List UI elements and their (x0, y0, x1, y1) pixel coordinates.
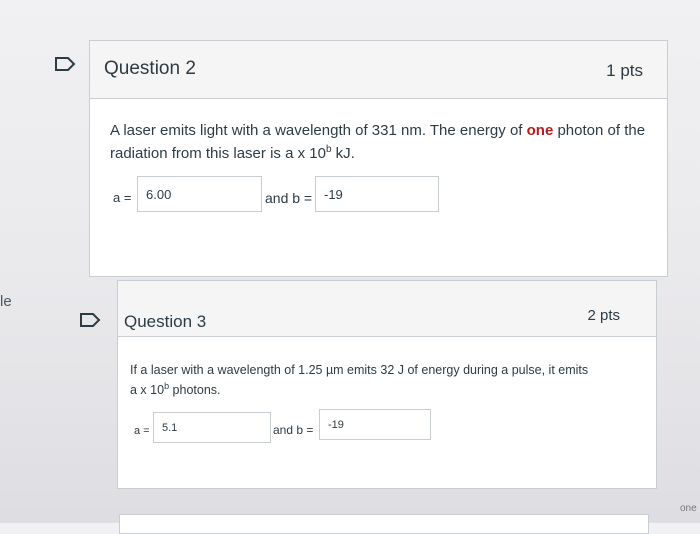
flag-question-icon[interactable] (79, 312, 101, 328)
question-2-a-label: a = (113, 190, 132, 205)
question-2-header: Question 2 1 pts (90, 41, 667, 99)
question-3-card: Question 3 2 pts If a laser with a wavel… (117, 280, 657, 489)
question-3-text-line2a: a x 10 (130, 383, 165, 398)
question-3-b-input[interactable]: -19 (319, 409, 431, 440)
question-3-points: 2 pts (587, 307, 620, 324)
question-2-a-input[interactable]: 6.00 (137, 176, 262, 212)
left-nav-fragment[interactable]: le (0, 293, 12, 310)
question-3-title: Question 3 (124, 312, 207, 331)
question-3-text: If a laser with a wavelength of 1.25 µm … (130, 361, 650, 401)
question-3-text-line2b: photons. (169, 383, 221, 398)
next-question-card (119, 514, 649, 534)
question-2-points: 1 pts (606, 61, 643, 80)
question-3-text-line1: If a laser with a wavelength of 1.25 µm … (130, 363, 589, 377)
question-2-title: Question 2 (104, 58, 196, 79)
question-2-text-emphasis: one (526, 122, 554, 139)
question-3-a-input[interactable]: 5.1 (153, 412, 271, 443)
question-2-b-input[interactable]: -19 (315, 176, 439, 212)
question-2-text-line2a: radiation from this laser is a x 10 (110, 145, 326, 163)
question-2-b-label: and b = (265, 190, 313, 206)
question-2-text-part1: A laser emits light with a wavelength of… (110, 122, 527, 139)
question-2-text-part2: photon of the (553, 122, 646, 139)
question-2-text: A laser emits light with a wavelength of… (110, 119, 655, 166)
question-3-a-label: a = (134, 425, 150, 437)
flag-question-icon[interactable] (54, 56, 76, 72)
question-3-b-label: and b = (273, 423, 314, 437)
question-3-header: Question 3 2 pts (118, 281, 656, 337)
right-nav-fragment[interactable]: one (680, 503, 697, 514)
question-2-card: Question 2 1 pts A laser emits light wit… (89, 40, 668, 277)
question-2-text-line2b: kJ. (331, 145, 355, 163)
